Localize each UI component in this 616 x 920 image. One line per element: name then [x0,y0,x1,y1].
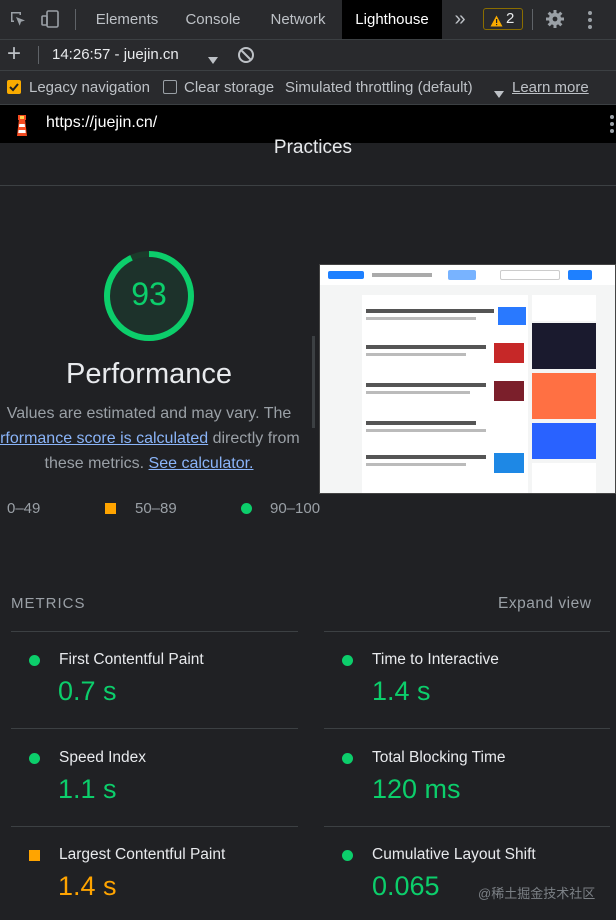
thumb-side-card [532,295,596,321]
report-url: https://juejin.cn/ [46,114,158,131]
legend-fail-range: 0–49 [7,500,41,517]
divider [324,826,610,827]
warnings-badge[interactable]: 2 [483,8,523,30]
pass-dot-icon [342,655,353,666]
divider [38,46,39,64]
thumb-side-card [532,463,596,493]
divider [75,9,76,30]
chevron-down-icon[interactable] [494,85,504,103]
divider [324,728,610,729]
description-line: these metrics. See calculator. [0,451,310,476]
tab-network[interactable]: Network [258,0,338,39]
devtools-tab-bar: Elements Console Network Lighthouse » 2 [0,0,616,40]
metric-lcp-value: 1.4 s [58,871,117,901]
tab-console[interactable]: Console [173,0,253,39]
section-heading: Practices [273,137,353,158]
settings-gear-icon[interactable] [545,9,565,29]
pass-dot-icon [29,655,40,666]
metric-tbt-label: Total Blocking Time [372,749,506,766]
divider [11,826,298,827]
legend-pass-range: 90–100 [270,500,321,517]
pass-dot-icon [342,850,353,861]
legacy-navigation-label: Legacy navigation [29,79,150,96]
metric-lcp-label: Largest Contentful Paint [59,846,226,863]
expand-view-toggle[interactable]: Expand view [498,595,591,613]
performance-score: 93 [131,276,167,312]
more-tabs-button[interactable]: » [447,0,473,39]
thumb-ad [532,323,596,369]
description-text: directly from [208,430,300,447]
metrics-heading: METRICS [11,595,86,612]
score-calculated-link[interactable]: performance score is calculated [0,430,208,447]
metric-cls-value: 0.065 [372,871,440,901]
thumb-ad [532,423,596,459]
kebab-menu-icon[interactable] [586,10,594,30]
pass-dot-icon [241,503,252,514]
description-text: these metrics. [44,455,145,472]
warnings-count: 2 [506,10,515,27]
tab-elements[interactable]: Elements [84,0,170,39]
inspect-element-icon[interactable] [9,10,27,28]
metric-tti-label: Time to Interactive [372,651,499,668]
metric-cls-label: Cumulative Layout Shift [372,846,536,863]
pass-dot-icon [342,753,353,764]
throttling-label: Simulated throttling (default) [285,79,473,96]
performance-description: Values are estimated and may vary. The p… [0,401,310,476]
clear-storage-label: Clear storage [184,79,275,96]
legacy-navigation-checkbox[interactable] [7,80,21,94]
metric-si-label: Speed Index [59,749,147,766]
thumb-ad [532,373,596,419]
divider [0,185,616,186]
report-toolbar: + 14:26:57 - juejin.cn [0,40,616,71]
metric-si-value: 1.1 s [58,774,117,804]
clear-reports-icon[interactable] [237,46,255,69]
average-square-icon [29,850,40,861]
report-menu-icon[interactable] [609,114,615,139]
average-square-icon [105,503,116,514]
watermark: @稀土掘金技术社区 [478,886,596,901]
metric-tbt-value: 120 ms [372,774,461,804]
chevron-down-icon[interactable] [208,51,218,69]
see-calculator-link[interactable]: See calculator. [149,455,254,472]
thumb-header [320,265,615,286]
metric-fcp-label: First Contentful Paint [59,651,204,668]
divider [11,728,298,729]
tab-lighthouse[interactable]: Lighthouse [342,0,442,39]
learn-more-link[interactable]: Learn more [512,79,589,96]
metric-tti-value: 1.4 s [372,676,431,706]
new-report-button[interactable]: + [7,40,21,68]
options-toolbar: Legacy navigation Clear storage Simulate… [0,71,616,105]
divider [11,631,298,632]
clear-storage-checkbox[interactable] [163,80,177,94]
performance-gauge[interactable]: 93 [102,249,196,343]
performance-title: Performance [65,358,232,390]
final-screenshot[interactable] [319,264,616,494]
divider [532,9,533,30]
legend-average-range: 50–89 [135,500,177,517]
scrollbar[interactable] [312,336,315,428]
report-select[interactable]: 14:26:57 - juejin.cn [52,46,179,63]
divider [324,631,610,632]
warning-icon [490,13,503,33]
description-line: performance score is calculated directly… [0,426,310,451]
pass-dot-icon [29,753,40,764]
device-toolbar-icon[interactable] [40,9,60,29]
thumb-feed [362,295,528,493]
metric-fcp-value: 0.7 s [58,676,117,706]
description-line: Values are estimated and may vary. The [6,405,292,422]
